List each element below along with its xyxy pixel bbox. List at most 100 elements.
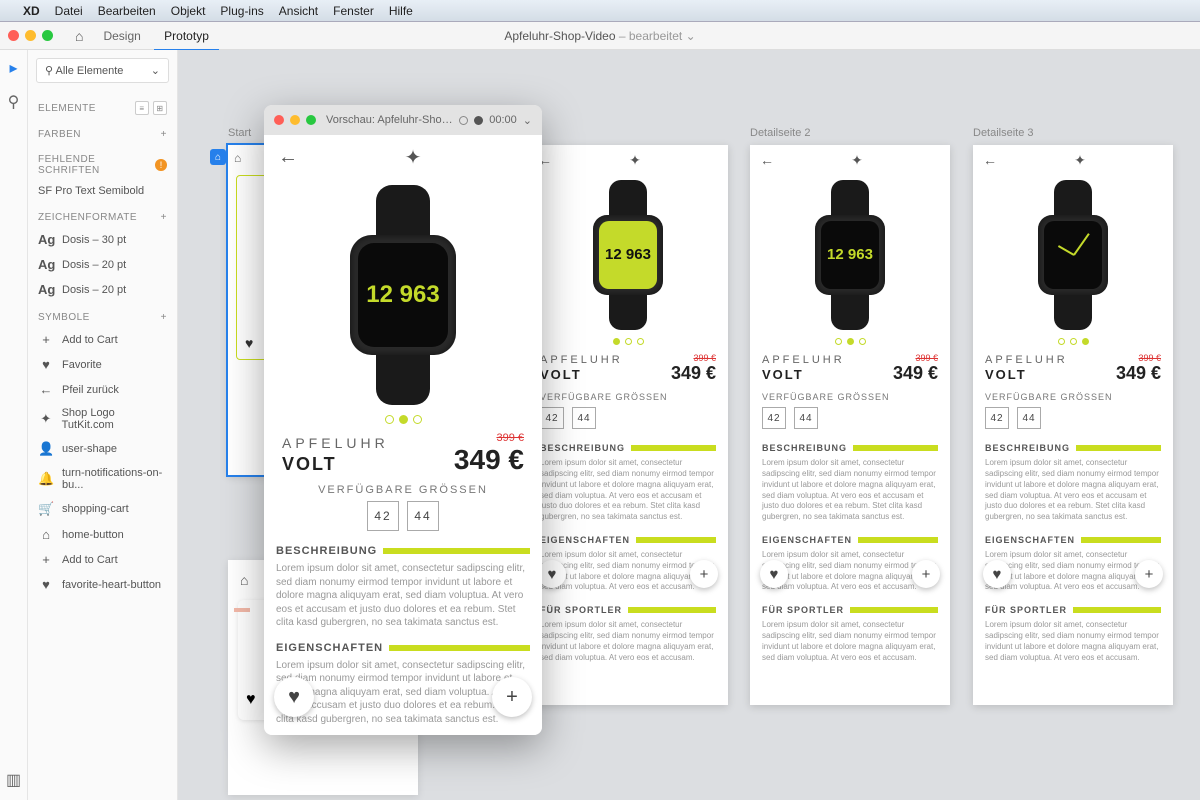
- zoom-icon[interactable]: [306, 115, 316, 125]
- symbol-item[interactable]: +Add to Cart: [28, 327, 177, 352]
- mode-design[interactable]: Design: [93, 23, 150, 49]
- add-to-cart-button[interactable]: +: [492, 677, 532, 717]
- list-view-icon[interactable]: ≡: [135, 101, 149, 115]
- add-to-cart-button[interactable]: +: [912, 560, 940, 588]
- artboard-detail-1[interactable]: ←✦ 12 963 APFELUHRVOLT399 €349 € VERFÜGB…: [528, 145, 728, 705]
- symbol-item[interactable]: ←Pfeil zurück: [28, 377, 177, 402]
- close-icon[interactable]: [8, 30, 19, 41]
- char-style-item[interactable]: AgDosis – 20 pt: [28, 252, 177, 277]
- plus-icon: +: [38, 552, 54, 567]
- symbol-item[interactable]: 🛒shopping-cart: [28, 496, 177, 522]
- section-symbols[interactable]: Symbole+: [28, 302, 177, 327]
- back-icon[interactable]: ←: [983, 152, 997, 168]
- menu-xd[interactable]: XD: [23, 4, 40, 18]
- char-style-item[interactable]: AgDosis – 20 pt: [28, 277, 177, 302]
- add-to-cart-button[interactable]: +: [1135, 560, 1163, 588]
- close-icon[interactable]: [274, 115, 284, 125]
- minimize-icon[interactable]: [25, 30, 36, 41]
- bell-icon: 🔔: [38, 471, 54, 487]
- sale-tag: [234, 608, 250, 612]
- chevron-down-icon[interactable]: ⌄: [523, 114, 532, 127]
- watch-face: 12 963: [821, 221, 879, 289]
- menu-window[interactable]: Fenster: [333, 4, 374, 18]
- preview-viewport[interactable]: ←✦ 12 963 APFELUHRVOLT399 €349 € VERFÜGB…: [264, 135, 542, 735]
- symbol-item[interactable]: ⌂home-button: [28, 522, 177, 547]
- preview-time: 00:00: [489, 114, 517, 126]
- mode-prototype[interactable]: Prototyp: [154, 23, 219, 51]
- char-style-item[interactable]: AgDosis – 30 pt: [28, 227, 177, 252]
- chevron-down-icon: ⌄: [686, 29, 696, 43]
- home-flow-icon[interactable]: ⌂: [210, 149, 226, 165]
- preview-window[interactable]: Vorschau: Apfeluhr-Shop-Video 00:00 ⌄ ← ✦…: [264, 105, 542, 735]
- mode-switch: Design Prototyp: [93, 29, 218, 43]
- symbol-item[interactable]: 👤user-shape: [28, 436, 177, 462]
- menu-view[interactable]: Ansicht: [279, 4, 318, 18]
- menu-plugins[interactable]: Plug-ins: [220, 4, 263, 18]
- chevron-down-icon: ⌄: [151, 64, 160, 77]
- artboard-detail-3[interactable]: Detailseite 3 ←✦ APFELUHRVOLT399 €349 € …: [973, 145, 1173, 705]
- heart-icon: ♥: [38, 357, 54, 372]
- menu-file[interactable]: Datei: [55, 4, 83, 18]
- menu-object[interactable]: Objekt: [171, 4, 206, 18]
- preview-title: Vorschau: Apfeluhr-Shop-Video: [326, 114, 453, 126]
- artboard-label[interactable]: Detailseite 2: [750, 127, 811, 139]
- menu-edit[interactable]: Bearbeiten: [98, 4, 156, 18]
- artboard-detail-2[interactable]: Detailseite 2 ←✦ 12 963 APFELUHRVOLT399 …: [750, 145, 950, 705]
- favorite-button[interactable]: ♥: [760, 560, 788, 588]
- layers-icon[interactable]: ▥: [6, 770, 21, 790]
- home-icon[interactable]: ⌂: [75, 28, 83, 44]
- plus-icon[interactable]: +: [161, 129, 167, 140]
- symbol-item[interactable]: ♥favorite-heart-button: [28, 572, 177, 597]
- preview-titlebar: Vorschau: Apfeluhr-Shop-Video 00:00 ⌄: [264, 105, 542, 135]
- size-option[interactable]: 42: [367, 501, 399, 531]
- logo-icon: ✦: [851, 152, 863, 169]
- symbol-item[interactable]: ♥Favorite: [28, 352, 177, 377]
- macos-menubar: XD Datei Bearbeiten Objekt Plug-ins Ansi…: [0, 0, 1200, 22]
- heart-icon: ♥: [245, 335, 253, 351]
- logo-icon: ✦: [1074, 152, 1086, 169]
- favorite-button[interactable]: ♥: [983, 560, 1011, 588]
- carousel-dots[interactable]: [750, 338, 950, 345]
- back-icon[interactable]: ←: [278, 146, 298, 169]
- symbol-item[interactable]: +Add to Cart: [28, 547, 177, 572]
- section-elements: ELEMENTE ≡ ⊞: [28, 91, 177, 119]
- add-to-cart-button[interactable]: +: [690, 560, 718, 588]
- favorite-button[interactable]: ♥: [274, 677, 314, 717]
- assets-panel: ⚲ Alle Elemente ⌄ ELEMENTE ≡ ⊞ Farben+ F…: [28, 50, 178, 800]
- plus-icon[interactable]: +: [161, 312, 167, 323]
- logo-icon: ✦: [38, 411, 54, 427]
- missing-font-item[interactable]: SF Pro Text Semibold: [28, 180, 177, 202]
- plus-icon[interactable]: +: [161, 212, 167, 223]
- minimize-icon[interactable]: [290, 115, 300, 125]
- favorite-button[interactable]: ♥: [538, 560, 566, 588]
- artboard-label[interactable]: Detailseite 3: [973, 127, 1034, 139]
- select-tool-icon[interactable]: ▸: [9, 58, 17, 78]
- symbol-item[interactable]: 🔔turn-notifications-on-bu...: [28, 462, 177, 496]
- logo-icon: ✦: [405, 145, 422, 170]
- watch-face: 12 963: [358, 243, 448, 347]
- document-title[interactable]: Apfeluhr-Shop-Video – bearbeitet ⌄: [504, 29, 695, 43]
- artboard-label[interactable]: Start: [228, 127, 251, 139]
- record-on-icon[interactable]: [474, 116, 483, 125]
- home-icon: ⌂: [234, 151, 241, 165]
- home-icon: ⌂: [38, 527, 54, 542]
- design-canvas[interactable]: Start ⌂ ⌂ 12 963 ♥ ⌂ 399 € 349 € ♥: [178, 50, 1200, 800]
- carousel-dots[interactable]: [973, 338, 1173, 345]
- symbol-item[interactable]: ✦Shop Logo TutKit.com: [28, 402, 177, 436]
- section-colors[interactable]: Farben+: [28, 119, 177, 144]
- carousel-dots[interactable]: [528, 338, 728, 345]
- size-option[interactable]: 44: [407, 501, 439, 531]
- section-char-styles[interactable]: Zeichenformate+: [28, 202, 177, 227]
- record-icon[interactable]: [459, 116, 468, 125]
- tool-strip: ▸ ⚲ ▥: [0, 50, 28, 800]
- elements-filter[interactable]: ⚲ Alle Elemente ⌄: [36, 58, 169, 83]
- menu-help[interactable]: Hilfe: [389, 4, 413, 18]
- app-toolbar: ⌂ Design Prototyp Apfeluhr-Shop-Video – …: [0, 22, 1200, 50]
- cart-icon: 🛒: [38, 501, 54, 517]
- heart-icon[interactable]: ♥: [246, 691, 256, 712]
- grid-view-icon[interactable]: ⊞: [153, 101, 167, 115]
- carousel-dots[interactable]: [264, 415, 542, 424]
- zoom-icon[interactable]: [42, 30, 53, 41]
- zoom-tool-icon[interactable]: ⚲: [8, 92, 20, 112]
- back-icon[interactable]: ←: [760, 152, 774, 168]
